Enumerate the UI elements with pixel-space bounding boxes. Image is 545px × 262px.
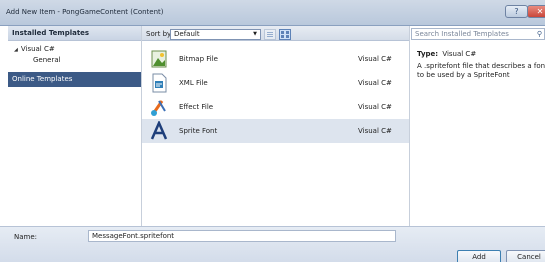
search-installed-templates-input[interactable]: Search Installed Templates ⚲: [411, 28, 545, 40]
title-bar: Add New Item - PongGameContent (Content)…: [0, 0, 545, 26]
template-language: Visual C#: [358, 55, 392, 63]
xml-file-icon: [152, 73, 167, 93]
template-name: Effect File: [179, 103, 214, 111]
effect-file-icon: [151, 100, 166, 116]
template-type: Type: Visual C#: [417, 50, 476, 58]
name-label: Name:: [14, 233, 38, 241]
search-icon[interactable]: ⚲: [537, 29, 542, 39]
template-language: Visual C#: [358, 103, 392, 111]
help-button[interactable]: ?: [505, 5, 528, 18]
template-list-panel: Sort by: Default ▼ Bitmap File Visual C#: [142, 26, 409, 226]
template-name: XML File: [179, 79, 208, 87]
details-panel: Search Installed Templates ⚲ Type: Visua…: [409, 26, 545, 226]
template-name: Bitmap File: [179, 55, 218, 63]
cancel-button[interactable]: Cancel: [506, 250, 545, 262]
window-title: Add New Item - PongGameContent (Content): [6, 8, 164, 16]
template-item-bitmap-file[interactable]: Bitmap File Visual C#: [142, 47, 409, 71]
template-item-effect-file[interactable]: Effect File Visual C#: [142, 95, 409, 119]
installed-templates-header: Installed Templates: [8, 26, 141, 41]
add-button[interactable]: Add: [457, 250, 501, 262]
sort-by-value: Default: [174, 30, 200, 38]
template-name: Sprite Font: [179, 127, 218, 135]
type-label: Type:: [417, 50, 439, 58]
bitmap-icon: [151, 50, 167, 68]
grid-icon: [281, 31, 289, 38]
bottom-bar: Name: MessageFont.spritefont Add Cancel: [0, 226, 545, 262]
sort-toolbar: Sort by: Default ▼: [142, 26, 409, 41]
name-input[interactable]: MessageFont.spritefont: [88, 230, 396, 242]
template-language: Visual C#: [358, 79, 392, 87]
search-placeholder: Search Installed Templates: [415, 30, 509, 38]
sprite-font-icon: [150, 121, 168, 140]
type-value: Visual C#: [442, 50, 477, 58]
tree-item-visual-csharp[interactable]: ◢ Visual C#: [8, 44, 141, 55]
expand-triangle-icon[interactable]: ◢: [14, 47, 18, 53]
dropdown-arrow-icon: ▼: [253, 31, 257, 37]
template-language: Visual C#: [358, 127, 392, 135]
template-description: A .spritefont file that describes a font…: [417, 62, 545, 79]
template-item-sprite-font[interactable]: Sprite Font Visual C#: [142, 119, 409, 143]
tree-item-general[interactable]: General: [8, 55, 141, 66]
close-button[interactable]: ✕: [527, 5, 545, 18]
medium-icons-view-button[interactable]: [279, 29, 291, 40]
template-item-xml-file[interactable]: XML File Visual C#: [142, 71, 409, 95]
template-tree-panel: Installed Templates ◢ Visual C# General O…: [8, 26, 142, 226]
list-view-button[interactable]: [264, 29, 276, 40]
sort-by-label: Sort by:: [146, 30, 174, 38]
tree-item-label: Visual C#: [20, 45, 55, 53]
sort-by-dropdown[interactable]: Default ▼: [170, 29, 261, 40]
online-templates-item[interactable]: Online Templates: [8, 72, 141, 87]
